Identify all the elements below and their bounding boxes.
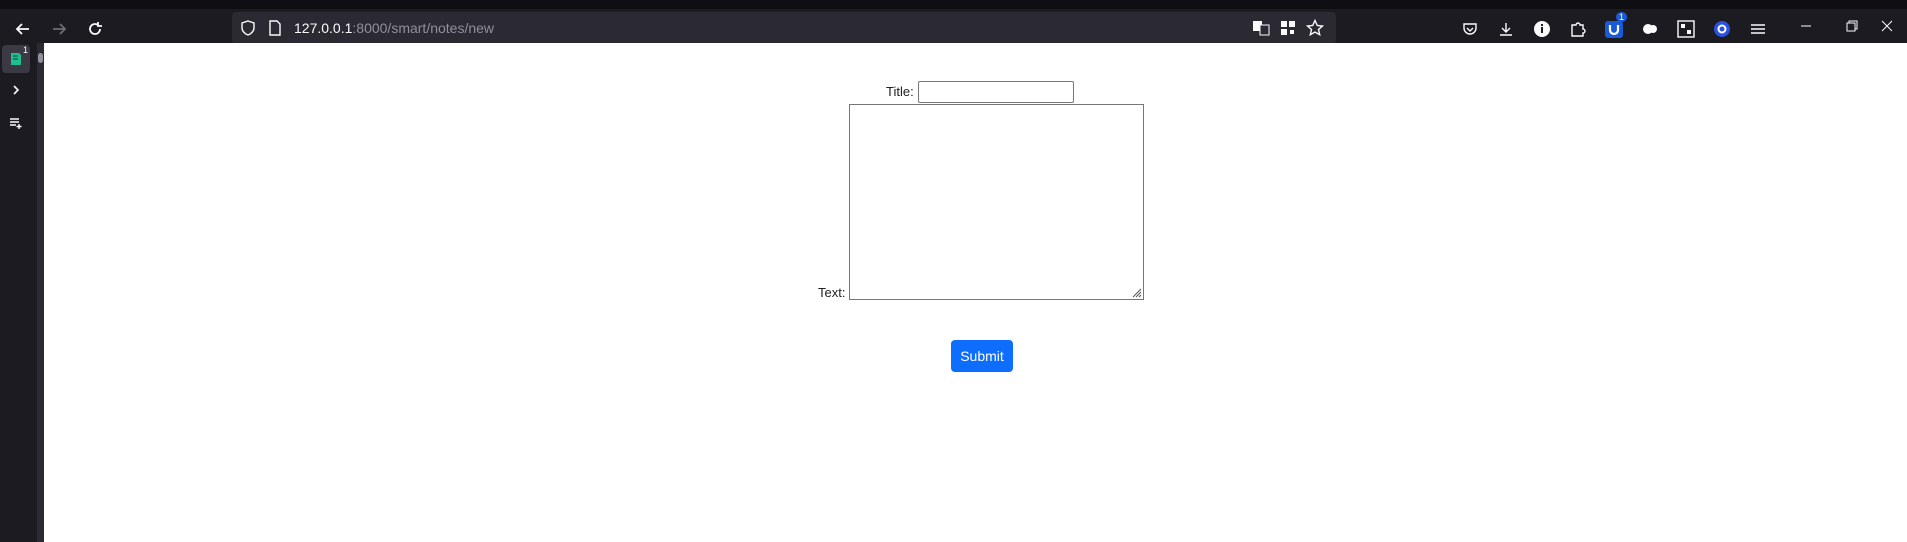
sidebar-badge: 1 — [22, 45, 28, 55]
text-textarea[interactable] — [849, 104, 1144, 300]
qr-code-icon[interactable] — [1280, 20, 1296, 41]
page-icon[interactable] — [267, 20, 283, 41]
restore-icon — [1846, 20, 1858, 32]
text-label: Text: — [818, 285, 846, 300]
url-text[interactable]: 127.0.0.1:8000/smart/notes/new — [294, 20, 494, 36]
translate-icon[interactable] — [1252, 20, 1270, 41]
extension-badge: 1 — [1615, 12, 1627, 22]
arrow-left-icon — [15, 23, 29, 35]
minimize-icon — [1801, 25, 1811, 27]
url-host: 127.0.0.1 — [294, 20, 353, 36]
sidebar-list-button[interactable] — [2, 109, 30, 137]
arrow-right-icon — [53, 23, 67, 35]
pocket-button[interactable] — [1455, 14, 1485, 44]
minimize-button[interactable] — [1783, 9, 1829, 43]
grid-extension-button[interactable] — [1671, 14, 1701, 44]
ring-icon — [1714, 21, 1730, 37]
pocket-icon — [1463, 23, 1477, 35]
sidebar-expand-button[interactable] — [2, 76, 30, 104]
title-label: Title: — [886, 84, 914, 99]
close-icon — [1881, 20, 1892, 32]
bookmark-star-icon[interactable] — [1305, 18, 1325, 42]
resize-grip-icon[interactable] — [1130, 286, 1142, 298]
cloud-icon — [1643, 24, 1657, 34]
magnet-extension-button[interactable]: 1 — [1599, 12, 1629, 44]
magnet-icon — [1605, 21, 1623, 38]
info-extension-button[interactable] — [1527, 14, 1557, 44]
address-bar[interactable]: 127.0.0.1:8000/smart/notes/new — [232, 12, 1336, 44]
extensions-button[interactable] — [1563, 14, 1593, 44]
cloud-extension-button[interactable] — [1635, 14, 1665, 44]
back-button[interactable] — [8, 14, 38, 44]
app-menu-button[interactable] — [1743, 14, 1773, 44]
sidebar-splitter-handle — [38, 53, 43, 63]
forward-button[interactable] — [44, 14, 74, 44]
submit-button[interactable]: Submit — [951, 340, 1013, 372]
info-icon — [1534, 21, 1550, 37]
reload-icon — [89, 22, 102, 35]
menu-icon — [1751, 24, 1765, 34]
list-add-icon — [10, 118, 22, 129]
puzzle-icon — [1571, 22, 1586, 37]
reload-button[interactable] — [80, 14, 110, 44]
sidebar-tab-notes[interactable]: 1 — [2, 45, 30, 73]
download-icon — [1500, 23, 1512, 36]
title-input[interactable] — [918, 81, 1074, 103]
chevron-right-icon — [13, 85, 20, 95]
url-path: :8000/smart/notes/new — [352, 20, 495, 36]
shield-icon[interactable] — [240, 20, 256, 41]
grid-icon — [1677, 20, 1695, 38]
browser-toolbar: 127.0.0.1:8000/smart/notes/new 1 — [0, 0, 1907, 44]
circle-extension-button[interactable] — [1707, 14, 1737, 44]
book-icon — [11, 53, 21, 65]
sidebar-splitter[interactable] — [37, 43, 44, 542]
downloads-button[interactable] — [1491, 14, 1521, 44]
close-button[interactable] — [1866, 9, 1907, 43]
